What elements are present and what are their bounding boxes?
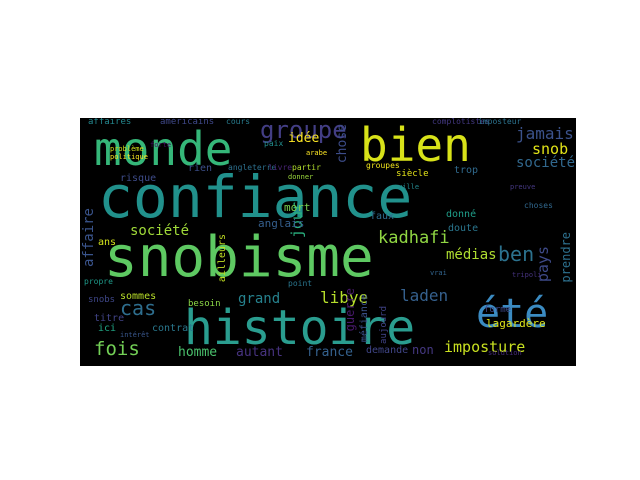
word: cours [226,118,251,126]
word: snobs [88,295,116,305]
word: intérêt [120,331,150,339]
word: guerre [343,288,357,332]
word: méfiance [359,294,370,343]
word: imposteur [478,118,522,126]
word: anglais [258,217,305,230]
word: partir [292,163,321,172]
word: solution [488,349,522,357]
word: aujourd [379,306,389,344]
word: paix [264,139,284,148]
word: forme [484,305,512,315]
word: autant [236,345,283,360]
word: non [412,343,434,357]
word: kadhafi [378,228,450,248]
word: arabe [306,149,328,157]
word: lagardère [486,317,546,330]
word: point [288,279,313,288]
word: demande [366,345,409,356]
word: ville [398,183,420,191]
word: sommes [120,291,157,302]
word: américains [160,118,215,127]
word: siècle [396,169,429,179]
word: choses [524,201,553,210]
word: groupes [366,161,400,170]
word: affaires [88,118,132,127]
word: preuve [510,183,536,191]
word: ailleurs [217,234,228,283]
word: donner [288,173,314,181]
word: contrat [152,323,195,334]
word: risque [120,173,157,184]
word: politique [110,153,148,161]
word: livre [268,163,293,172]
word: laden [400,286,449,305]
word: idée [288,131,320,146]
word: problème [110,145,144,153]
word: homme [178,345,218,360]
word: forte [150,141,172,149]
word: ici [98,323,117,334]
word: rien [188,163,213,174]
word: affaire [81,208,97,268]
word: sociétés [516,155,576,171]
word: doute [448,223,479,234]
word: tripoli [512,271,542,279]
word: médias [446,247,497,263]
word: prendre [559,232,573,283]
word: ben [498,242,535,266]
word: besoin [188,299,221,309]
word: mort [284,201,311,214]
word: france [306,345,353,360]
word: propre [84,277,113,286]
word-cloud: confiance snobisme histoire monde bien é… [80,118,576,366]
word: grand [238,291,281,307]
word: donné [446,209,477,220]
word: ans [98,237,117,248]
word: fois [94,338,140,360]
word: société [130,223,190,239]
word: vrai [430,269,447,277]
word: trop [454,165,479,176]
word: faux [370,211,395,222]
word: chose [335,124,350,164]
